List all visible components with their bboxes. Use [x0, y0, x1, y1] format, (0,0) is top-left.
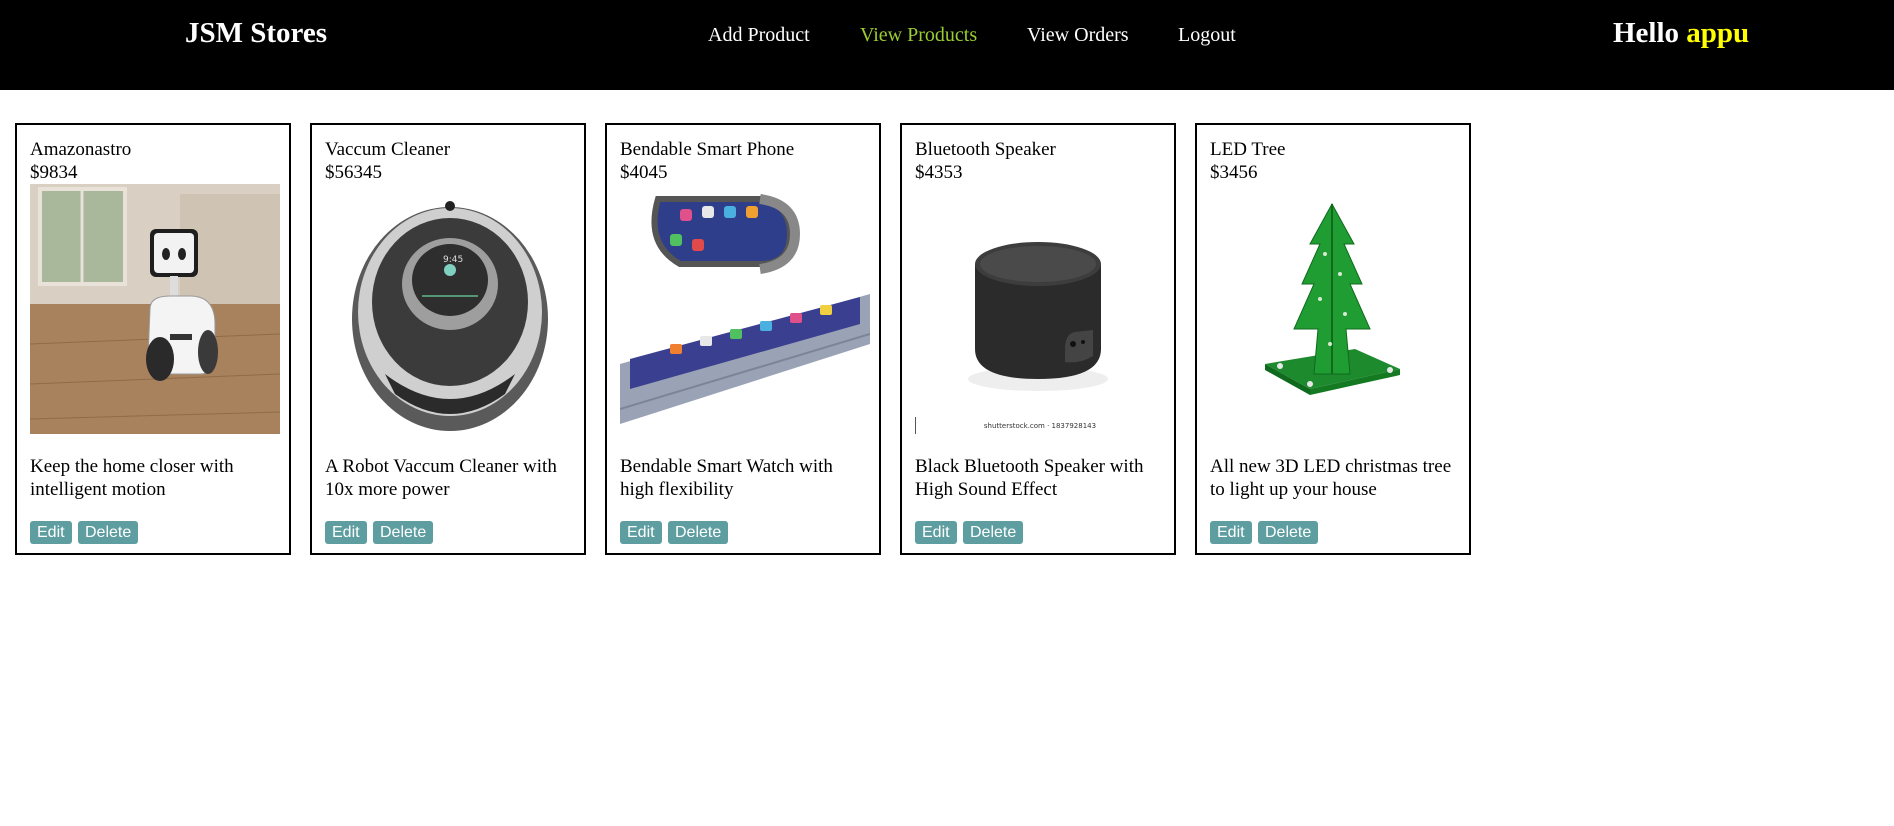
edit-button[interactable]: Edit — [30, 521, 72, 544]
product-name: Vaccum Cleaner — [325, 139, 451, 160]
product-description: Bendable Smart Watch with high flexibili… — [620, 456, 833, 500]
product-name: Amazonastro — [30, 139, 132, 160]
greeting-prefix: Hello — [1613, 17, 1680, 49]
product-name: LED Tree — [1210, 139, 1286, 160]
delete-button[interactable]: Delete — [1258, 521, 1319, 544]
product-name: Bendable Smart Phone — [620, 139, 795, 160]
product-price: $4353 — [915, 162, 963, 183]
user-greeting: Hello appu — [1613, 17, 1749, 50]
product-price: $4045 — [620, 162, 668, 183]
product-description: Black Bluetooth Speaker with High Sound … — [915, 456, 1144, 500]
image-caption: shutterstock.com · 1837928143 — [983, 422, 1097, 430]
nav-view-products[interactable]: View Products — [860, 24, 977, 47]
bendable-phone-image — [620, 184, 870, 434]
home-robot-image — [30, 184, 280, 434]
bluetooth-speaker-image: shutterstock.com · 1837928143 — [915, 184, 1165, 434]
username: appu — [1686, 17, 1750, 49]
edit-button[interactable]: Edit — [915, 521, 957, 544]
nav-view-orders[interactable]: View Orders — [1027, 24, 1129, 47]
product-card: Vaccum Cleaner $56345 9:45 A Robot Vaccu… — [310, 123, 586, 555]
product-description: All new 3D LED christmas tree to light u… — [1210, 456, 1452, 500]
delete-button[interactable]: Delete — [78, 521, 139, 544]
delete-button[interactable]: Delete — [668, 521, 729, 544]
robot-vacuum-image: 9:45 — [325, 184, 575, 434]
product-card: Bluetooth Speaker $4353 shutterstock.com… — [900, 123, 1176, 555]
nav-logout[interactable]: Logout — [1178, 24, 1236, 47]
edit-button[interactable]: Edit — [620, 521, 662, 544]
product-description: Keep the home closer with intelligent mo… — [30, 456, 234, 500]
led-tree-image — [1210, 184, 1460, 434]
product-card: LED Tree $3456 All new 3D LED christmas … — [1195, 123, 1471, 555]
top-navbar: JSM Stores Add Product View Products Vie… — [0, 0, 1894, 90]
svg-text:9:45: 9:45 — [443, 255, 463, 265]
product-name: Bluetooth Speaker — [915, 139, 1056, 160]
delete-button[interactable]: Delete — [373, 521, 434, 544]
product-description: A Robot Vaccum Cleaner with 10x more pow… — [325, 456, 557, 500]
product-price: $9834 — [30, 162, 78, 183]
product-price: $56345 — [325, 162, 382, 183]
product-card: Bendable Smart Phone $4045 Bendable Smar… — [605, 123, 881, 555]
product-price: $3456 — [1210, 162, 1258, 183]
edit-button[interactable]: Edit — [325, 521, 367, 544]
delete-button[interactable]: Delete — [963, 521, 1024, 544]
edit-button[interactable]: Edit — [1210, 521, 1252, 544]
brand-logo-text[interactable]: JSM Stores — [185, 17, 327, 50]
nav-add-product[interactable]: Add Product — [708, 24, 810, 47]
product-card: Amazonastro $9834 Keep the home closer w… — [15, 123, 291, 555]
